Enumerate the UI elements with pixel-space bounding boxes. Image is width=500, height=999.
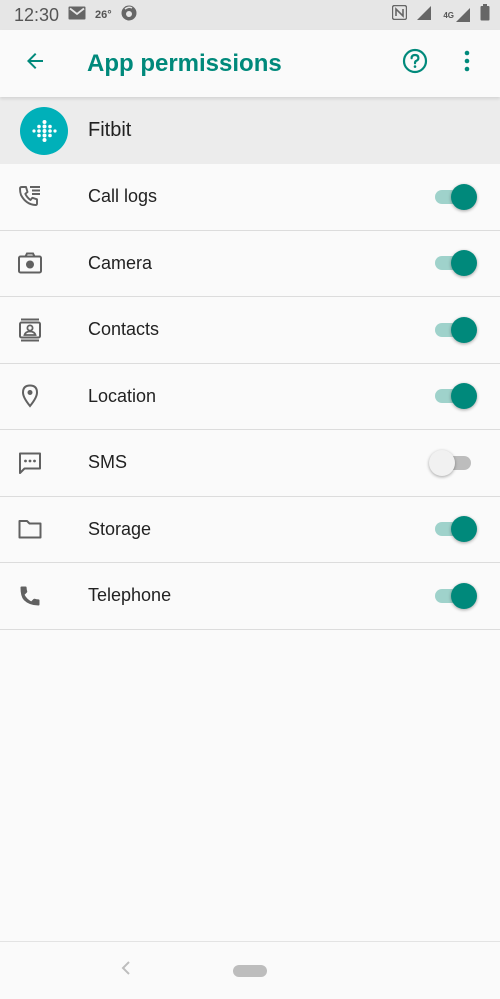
folder-icon (15, 517, 45, 541)
firefox-icon (121, 5, 137, 26)
permission-list: Call logs Camera Contacts Location SMS S (0, 164, 500, 630)
permission-row-storage[interactable]: Storage (0, 497, 500, 563)
permission-row-location[interactable]: Location (0, 364, 500, 430)
toggle-thumb (451, 582, 477, 609)
contacts-icon (15, 317, 45, 343)
toggle-thumb (429, 449, 455, 476)
app-name: Fitbit (88, 119, 132, 141)
permission-row-camera[interactable]: Camera (0, 231, 500, 297)
signal-icon (416, 5, 434, 26)
permission-toggle[interactable] (431, 582, 477, 609)
permission-row-telephone[interactable]: Telephone (0, 563, 500, 630)
back-button[interactable] (18, 47, 52, 81)
permission-toggle[interactable] (431, 383, 477, 410)
location-pin-icon (15, 383, 45, 409)
toggle-thumb (451, 250, 477, 277)
permission-toggle[interactable] (431, 183, 477, 210)
network-type-label: 4G (443, 10, 454, 20)
network-type-icon: 4G (443, 7, 471, 23)
toggle-thumb (451, 516, 477, 543)
help-circle-icon (402, 48, 428, 79)
status-time: 12:30 (14, 4, 60, 25)
gmail-icon (68, 6, 86, 25)
status-right: 4G (392, 4, 490, 26)
camera-icon (15, 251, 45, 275)
permission-label: Telephone (88, 585, 172, 606)
status-temperature: 26° (95, 9, 112, 21)
permission-label: Camera (88, 252, 153, 273)
permission-row-contacts[interactable]: Contacts (0, 297, 500, 364)
permission-label: Location (88, 385, 157, 406)
permission-row-call-logs[interactable]: Call logs (0, 164, 500, 231)
permission-row-sms[interactable]: SMS (0, 430, 500, 497)
status-bar: 12:30 26° 4G (0, 0, 500, 30)
fitbit-logo-icon (20, 106, 68, 155)
permission-label: Storage (88, 518, 152, 539)
permission-toggle[interactable] (431, 516, 477, 543)
more-vert-icon (463, 50, 471, 77)
nfc-icon (392, 4, 408, 25)
app-bar: App permissions (0, 30, 500, 97)
help-button[interactable] (398, 47, 432, 81)
permission-toggle[interactable] (429, 449, 475, 476)
sms-icon (15, 450, 45, 476)
permission-label: Contacts (88, 319, 160, 340)
overflow-menu-button[interactable] (450, 47, 484, 81)
toggle-thumb (451, 316, 477, 343)
toggle-thumb (451, 183, 477, 210)
arrow-left-icon (23, 49, 47, 78)
navigation-bar (0, 941, 500, 999)
permission-label: Call logs (88, 186, 158, 207)
status-left: 12:30 26° (14, 5, 137, 26)
page-title: App permissions (87, 49, 282, 77)
nav-home-pill[interactable] (233, 965, 267, 977)
call-log-icon (15, 184, 45, 210)
nav-back-icon[interactable] (120, 960, 132, 981)
app-header: Fitbit (0, 97, 500, 164)
permission-toggle[interactable] (431, 250, 477, 277)
toggle-thumb (451, 383, 477, 410)
permission-label: SMS (88, 452, 128, 473)
battery-icon (480, 4, 490, 26)
phone-icon (15, 584, 45, 608)
permission-toggle[interactable] (431, 316, 477, 343)
